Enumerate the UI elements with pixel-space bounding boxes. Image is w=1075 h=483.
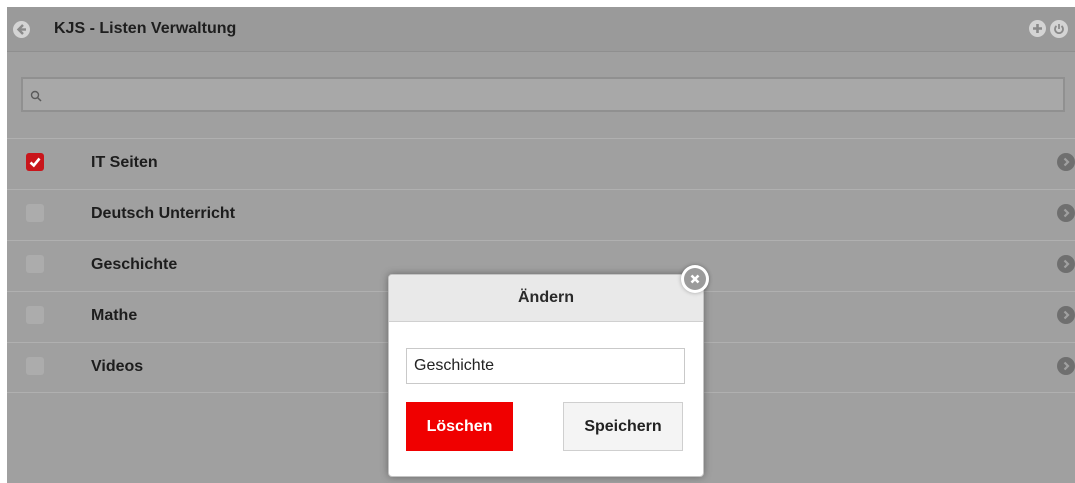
- list-name-input[interactable]: [406, 348, 685, 384]
- page-title: KJS - Listen Verwaltung: [54, 20, 237, 37]
- close-icon[interactable]: [681, 265, 709, 293]
- checkbox-checked[interactable]: [26, 153, 44, 171]
- chevron-right-icon[interactable]: [1057, 204, 1075, 222]
- dialog-header: Ändern: [389, 275, 703, 322]
- chevron-right-icon[interactable]: [1057, 357, 1075, 375]
- list-item-label: Mathe: [91, 307, 138, 324]
- back-arrow-icon[interactable]: [13, 21, 30, 38]
- chevron-right-icon[interactable]: [1057, 153, 1075, 171]
- list-item[interactable]: IT Seiten: [7, 138, 1075, 189]
- checkbox[interactable]: [26, 255, 44, 273]
- header-bar: KJS - Listen Verwaltung: [7, 7, 1075, 52]
- checkbox[interactable]: [26, 306, 44, 324]
- search-input[interactable]: [21, 77, 1065, 112]
- delete-button[interactable]: Löschen: [406, 402, 513, 451]
- chevron-right-icon[interactable]: [1057, 306, 1075, 324]
- power-icon[interactable]: [1050, 20, 1068, 38]
- list-item-label: IT Seiten: [91, 154, 158, 171]
- checkbox[interactable]: [26, 204, 44, 222]
- search-icon: [30, 89, 42, 107]
- chevron-right-icon[interactable]: [1057, 255, 1075, 273]
- list-item-label: Geschichte: [91, 256, 178, 273]
- plus-circle-icon[interactable]: [1029, 20, 1046, 37]
- save-button[interactable]: Speichern: [563, 402, 683, 451]
- list-item-label: Deutsch Unterricht: [91, 205, 236, 222]
- list-item[interactable]: Deutsch Unterricht: [7, 189, 1075, 240]
- list-item-label: Videos: [91, 358, 144, 375]
- edit-dialog: Ändern Löschen Speichern: [388, 274, 704, 477]
- dialog-title: Ändern: [518, 289, 574, 306]
- checkbox[interactable]: [26, 357, 44, 375]
